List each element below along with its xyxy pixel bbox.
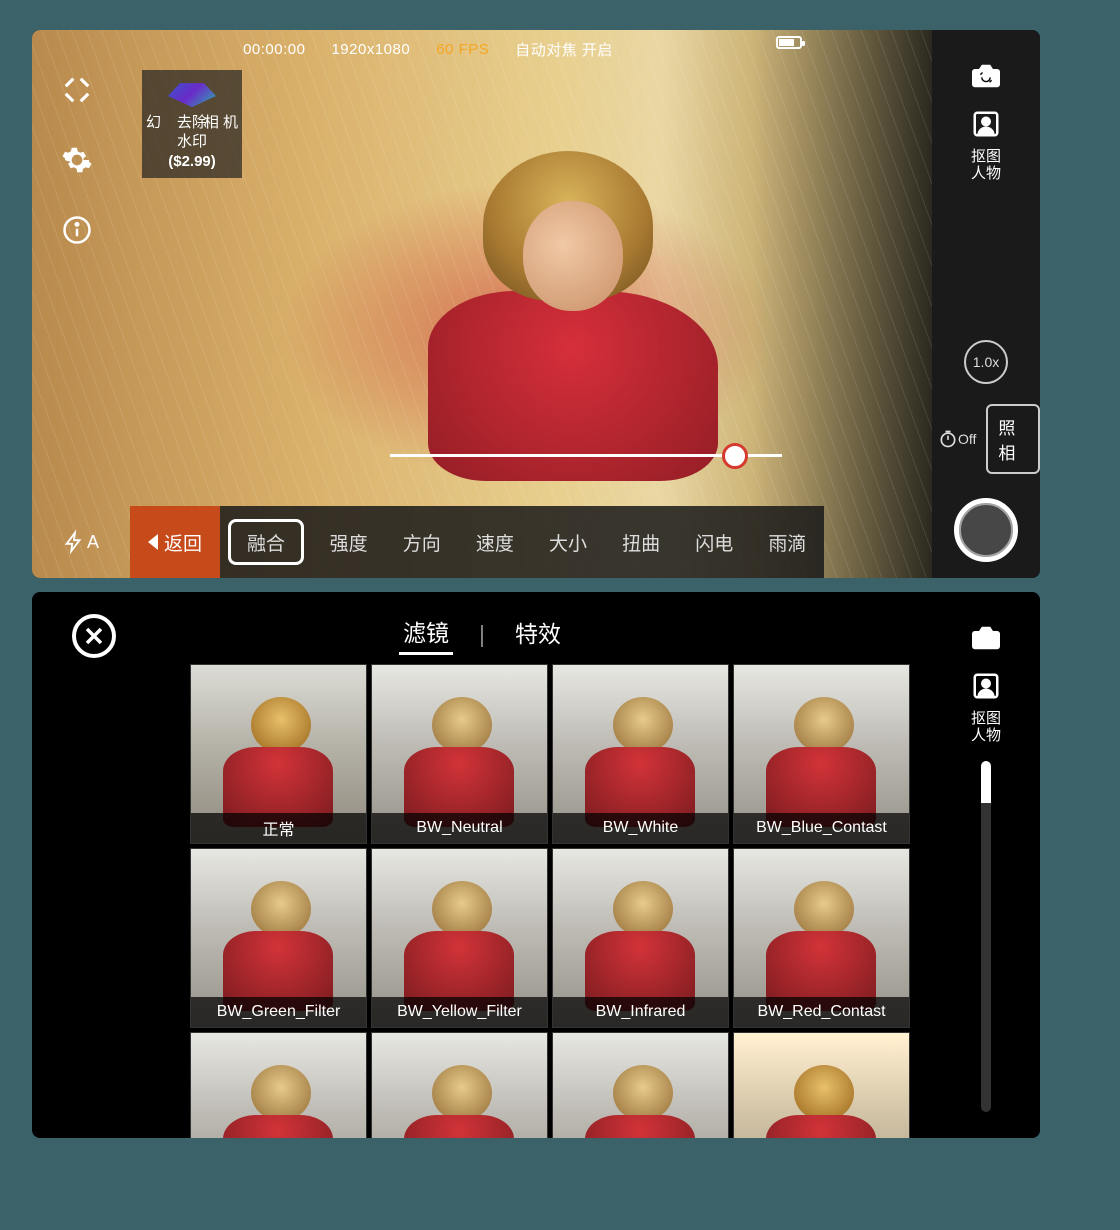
info-icon[interactable] (57, 210, 97, 250)
thumb-subject-head (251, 697, 311, 753)
param-方向[interactable]: 方向 (385, 506, 458, 578)
mode-label: 照相 (998, 419, 1015, 463)
flash-button[interactable]: A (32, 506, 130, 578)
param-扭曲[interactable]: 扭曲 (605, 506, 678, 578)
cutout-button[interactable]: 抠图人物 (968, 668, 1004, 745)
thumb-subject-head (251, 1065, 311, 1121)
filter-thumb-BW_White[interactable]: BW_White (552, 664, 729, 844)
filter-thumb-row3-8[interactable] (190, 1032, 367, 1138)
triangle-left-icon (148, 534, 158, 550)
thumb-subject-head (251, 881, 311, 937)
person-icon (968, 668, 1004, 704)
tab-filter[interactable]: 滤镜 (399, 614, 453, 655)
switch-camera-icon[interactable] (966, 56, 1006, 96)
thumb-subject-body (766, 1115, 876, 1138)
filter-thumb-row3-11[interactable] (733, 1032, 910, 1138)
tab-effect[interactable]: 特效 (511, 615, 565, 653)
thumb-subject-head (794, 881, 854, 937)
flash-mode: A (87, 532, 99, 553)
thumb-label: BW_Infrared (553, 997, 728, 1027)
person-icon (968, 106, 1004, 142)
filter-thumb-row3-9[interactable] (371, 1032, 548, 1138)
picker-tabs: 滤镜 | 特效 (32, 614, 932, 654)
picker-right-toolbar: 抠图人物 (932, 592, 1040, 1138)
autofocus-status: 自动对焦 开启 (515, 39, 613, 60)
thumb-subject-head (432, 697, 492, 753)
filter-thumb-row3-10[interactable] (552, 1032, 729, 1138)
thumb-subject-head (613, 1065, 673, 1121)
thumb-label: BW_Green_Filter (191, 997, 366, 1027)
filter-grid: 正常BW_NeutralBW_WhiteBW_Blue_Contast BW_Gr… (190, 664, 910, 1138)
brand-left: 幻 (146, 113, 161, 133)
thumb-subject-body (585, 1115, 695, 1138)
zoom-value: 1.0x (973, 354, 999, 370)
thumb-label: BW_White (553, 813, 728, 843)
thumb-label: BW_Blue_Contast (734, 813, 909, 843)
mode-button[interactable]: 照相 (986, 404, 1040, 474)
thumb-label: 正常 (191, 813, 366, 843)
thumb-subject-head (794, 1065, 854, 1121)
collapse-icon[interactable] (57, 70, 97, 110)
battery-icon (776, 36, 802, 49)
filter-thumb-BW_Yellow_Filter[interactable]: BW_Yellow_Filter (371, 848, 548, 1028)
thumb-subject-body (404, 1115, 514, 1138)
cutout-button[interactable]: 抠图人物 (968, 106, 1004, 183)
status-bar: 00:00:00 1920x1080 60 FPS 自动对焦 开启 (32, 36, 824, 62)
thumb-label: BW_Red_Contast (734, 997, 909, 1027)
gear-icon[interactable] (57, 140, 97, 180)
slider-thumb[interactable] (722, 443, 748, 469)
param-tabs: 融合强度方向速度大小扭曲闪电雨滴 (220, 506, 824, 578)
app-logo-icon (162, 77, 222, 109)
timecode: 00:00:00 (243, 41, 305, 58)
brand-right: 相 机 (204, 113, 238, 133)
watermark-price: ($2.99) (168, 152, 216, 172)
back-button[interactable]: 返回 (130, 506, 220, 578)
fps: 60 FPS (436, 41, 489, 58)
filter-thumb-BW_Neutral[interactable]: BW_Neutral (371, 664, 548, 844)
watermark-line2: 水印 (177, 132, 207, 152)
back-label: 返回 (164, 529, 202, 556)
cutout-label: 抠图人物 (971, 148, 1001, 183)
thumb-subject-head (613, 697, 673, 753)
param-强度[interactable]: 强度 (312, 506, 385, 578)
watermark-line1: 去除 (177, 114, 207, 131)
timer-value: Off (958, 431, 976, 447)
param-速度[interactable]: 速度 (458, 506, 531, 578)
effect-slider[interactable] (390, 440, 782, 472)
thumb-label: BW_Neutral (372, 813, 547, 843)
param-雨滴[interactable]: 雨滴 (751, 506, 824, 578)
thumb-label: BW_Yellow_Filter (372, 997, 547, 1027)
zoom-button[interactable]: 1.0x (964, 340, 1008, 384)
slider-fill (981, 761, 991, 803)
param-融合[interactable]: 融合 (228, 519, 304, 565)
intensity-slider[interactable] (981, 761, 991, 1113)
filter-picker-screen: 滤镜 | 特效 正常BW_NeutralBW_WhiteBW_Blue_Cont… (32, 592, 1040, 1138)
remove-watermark-promo[interactable]: 幻 去除 相 机 水印 ($2.99) (142, 70, 242, 178)
thumb-subject-head (432, 1065, 492, 1121)
right-toolbar: 抠图人物 1.0x Off 照相 (932, 30, 1040, 578)
thumb-subject-head (432, 881, 492, 937)
viewfinder[interactable]: 00:00:00 1920x1080 60 FPS 自动对焦 开启 (32, 30, 932, 578)
tab-separator: | (479, 621, 485, 648)
filter-thumb-BW_Blue_Contast[interactable]: BW_Blue_Contast (733, 664, 910, 844)
shutter-button[interactable] (954, 498, 1018, 562)
filter-thumb-正常[interactable]: 正常 (190, 664, 367, 844)
param-大小[interactable]: 大小 (531, 506, 604, 578)
switch-camera-icon[interactable] (966, 618, 1006, 658)
filter-thumb-BW_Green_Filter[interactable]: BW_Green_Filter (190, 848, 367, 1028)
thumb-subject-head (794, 697, 854, 753)
camera-screen: 00:00:00 1920x1080 60 FPS 自动对焦 开启 (32, 30, 1040, 578)
left-toolbar (32, 30, 122, 578)
cutout-label: 抠图人物 (971, 710, 1001, 745)
param-闪电[interactable]: 闪电 (678, 506, 751, 578)
bottom-toolbar: A 返回 融合强度方向速度大小扭曲闪电雨滴 (32, 506, 824, 578)
resolution: 1920x1080 (331, 41, 410, 58)
filter-thumb-BW_Red_Contast[interactable]: BW_Red_Contast (733, 848, 910, 1028)
thumb-subject-body (223, 1115, 333, 1138)
timer-button[interactable]: Off (938, 429, 976, 449)
viewfinder-subject (428, 151, 728, 471)
filter-thumb-BW_Infrared[interactable]: BW_Infrared (552, 848, 729, 1028)
thumb-subject-head (613, 881, 673, 937)
